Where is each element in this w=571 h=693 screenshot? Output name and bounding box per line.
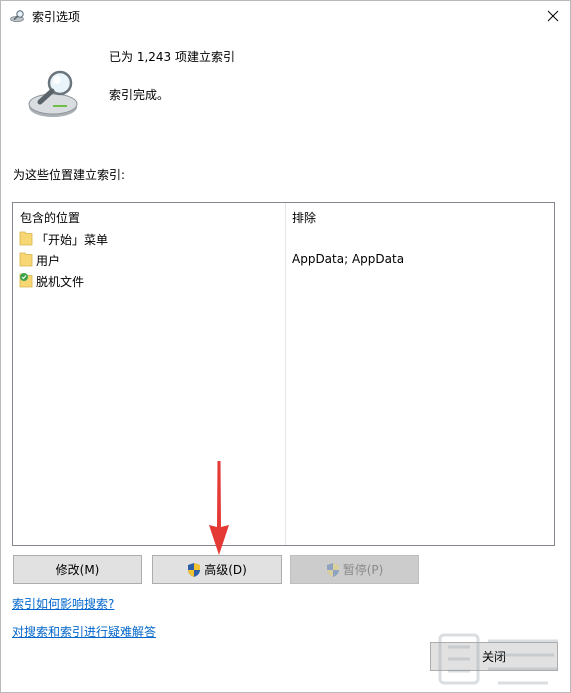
troubleshoot-search-indexing-link[interactable]: 对搜索和索引进行疑难解答 bbox=[12, 623, 156, 640]
red-pointer-arrow bbox=[209, 461, 229, 555]
title-bar: 索引选项 bbox=[1, 1, 570, 31]
uac-shield-icon bbox=[326, 562, 339, 577]
advanced-button[interactable]: 高级(D) bbox=[152, 555, 282, 584]
location-name: 「开始」菜单 bbox=[36, 233, 109, 247]
indexing-options-window: 索引选项 已为 1,243 项建立索引 索引完成。 为这些位置建立索引: 包含的… bbox=[0, 0, 571, 693]
indexed-locations-list[interactable]: 包含的位置 排除 「开始」菜单 用户 AppData; AppData 脱机文件 bbox=[12, 202, 555, 546]
list-item-offline-files[interactable]: 脱机文件 bbox=[13, 270, 554, 290]
folder-icon bbox=[19, 231, 33, 246]
location-name: 脱机文件 bbox=[36, 275, 85, 289]
window-title: 索引选项 bbox=[32, 10, 81, 24]
index-locations-label: 为这些位置建立索引: bbox=[13, 168, 126, 182]
pause-button[interactable]: 暂停(P) bbox=[290, 555, 419, 584]
location-name: 用户 bbox=[36, 254, 61, 268]
column-header-exclude[interactable]: 排除 bbox=[292, 209, 316, 226]
column-header-included-locations[interactable]: 包含的位置 bbox=[20, 209, 80, 226]
how-indexing-affects-search-link[interactable]: 索引如何影响搜索? bbox=[12, 595, 114, 612]
close-icon bbox=[547, 10, 559, 22]
close-window-button[interactable] bbox=[536, 1, 570, 31]
modify-button[interactable]: 修改(M) bbox=[13, 555, 142, 584]
indexed-items-count: 已为 1,243 项建立索引 bbox=[109, 50, 235, 64]
offline-files-icon bbox=[19, 273, 33, 288]
list-item-start-menu[interactable]: 「开始」菜单 bbox=[13, 228, 554, 248]
folder-icon bbox=[19, 252, 33, 267]
indexing-status-message: 索引完成。 bbox=[109, 88, 170, 102]
site-watermark-logo bbox=[438, 633, 558, 685]
location-exclusions: AppData; AppData bbox=[292, 252, 405, 266]
indexing-options-icon bbox=[10, 10, 24, 22]
uac-shield-icon bbox=[188, 562, 201, 577]
advanced-button-label: 高级(D) bbox=[204, 563, 247, 577]
indexing-search-icon bbox=[28, 70, 78, 117]
pause-button-label: 暂停(P) bbox=[342, 563, 384, 577]
modify-button-label: 修改(M) bbox=[55, 563, 100, 577]
list-item-users[interactable]: 用户 AppData; AppData bbox=[13, 249, 554, 269]
